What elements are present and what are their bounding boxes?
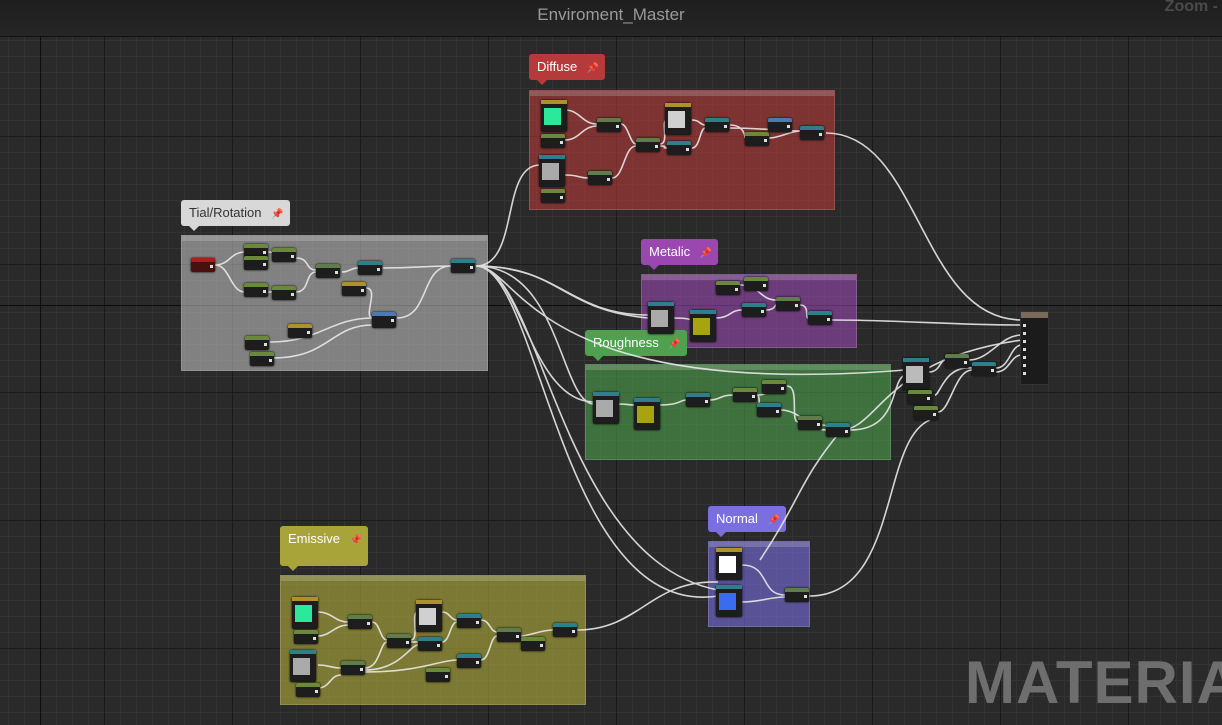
- watermark-text: MATERIAL: [965, 649, 1222, 716]
- node-vector-param[interactable]: [416, 600, 442, 632]
- node-output-emissive[interactable]: [553, 623, 577, 637]
- node-multiply[interactable]: [597, 118, 621, 132]
- node-time[interactable]: [342, 282, 366, 296]
- node-vector-param[interactable]: [716, 585, 742, 617]
- node-texture-sample[interactable]: [290, 650, 316, 682]
- node-scalar[interactable]: [250, 352, 274, 366]
- node-multiply[interactable]: [348, 615, 372, 629]
- node-multiply[interactable]: [341, 661, 365, 675]
- node-scalar[interactable]: [745, 132, 769, 146]
- node-scalar[interactable]: [294, 630, 318, 644]
- node-scalar[interactable]: [426, 668, 450, 682]
- node-scalar[interactable]: [914, 406, 938, 420]
- node-rotator[interactable]: [372, 312, 396, 328]
- node-scalar[interactable]: [762, 380, 786, 394]
- node-uv-hub[interactable]: [451, 259, 475, 273]
- node-time[interactable]: [288, 324, 312, 338]
- node-multiply[interactable]: [757, 403, 781, 417]
- node-scalar[interactable]: [744, 277, 768, 291]
- node-lerp[interactable]: [387, 634, 411, 648]
- node-scalar[interactable]: [541, 189, 565, 203]
- node-multiply[interactable]: [457, 654, 481, 668]
- node-material-output[interactable]: [1020, 311, 1049, 385]
- node-multiply[interactable]: [457, 614, 481, 628]
- node-lerp[interactable]: [798, 416, 822, 430]
- node-scalar[interactable]: [245, 336, 269, 350]
- node-scalar[interactable]: [244, 256, 268, 270]
- node-texture-sample[interactable]: [539, 155, 565, 187]
- node-scalar[interactable]: [272, 248, 296, 262]
- node-multiply[interactable]: [316, 264, 340, 278]
- node-lerp[interactable]: [497, 628, 521, 642]
- node-multiply[interactable]: [742, 303, 766, 317]
- node-texcoord[interactable]: [191, 258, 215, 272]
- node-scalar[interactable]: [908, 390, 932, 404]
- node-lerp[interactable]: [776, 297, 800, 311]
- node-multiply[interactable]: [686, 393, 710, 407]
- node-texture-sample[interactable]: [593, 392, 619, 424]
- node-texture-sample[interactable]: [903, 358, 929, 390]
- node-output-diffuse[interactable]: [800, 126, 824, 140]
- node-vector-param[interactable]: [634, 398, 660, 430]
- node-scalar[interactable]: [244, 283, 268, 297]
- node-vector-param[interactable]: [690, 310, 716, 342]
- node-panner[interactable]: [358, 261, 382, 275]
- node-multiply[interactable]: [705, 118, 729, 132]
- node-scalar[interactable]: [541, 134, 565, 148]
- node-scalar[interactable]: [272, 286, 296, 300]
- node-multiply[interactable]: [945, 354, 969, 368]
- node-output-roughness[interactable]: [826, 423, 850, 437]
- node-scalar[interactable]: [716, 281, 740, 295]
- node-vector-param[interactable]: [716, 548, 742, 580]
- node-scalar[interactable]: [296, 683, 320, 697]
- node-vector-param[interactable]: [665, 103, 691, 135]
- node-lerp[interactable]: [636, 138, 660, 152]
- node-multiply[interactable]: [588, 171, 612, 185]
- node-lerp[interactable]: [418, 637, 442, 651]
- node-saturate[interactable]: [768, 118, 792, 132]
- node-vector-param[interactable]: [292, 597, 318, 629]
- node-add[interactable]: [972, 362, 996, 376]
- node-vector-param[interactable]: [541, 100, 567, 132]
- node-output-normal[interactable]: [785, 588, 809, 602]
- node-lerp[interactable]: [667, 141, 691, 155]
- node-scalar[interactable]: [521, 637, 545, 651]
- node-scalar[interactable]: [733, 388, 757, 402]
- node-texture-sample[interactable]: [648, 302, 674, 334]
- node-output-metalic[interactable]: [808, 311, 832, 325]
